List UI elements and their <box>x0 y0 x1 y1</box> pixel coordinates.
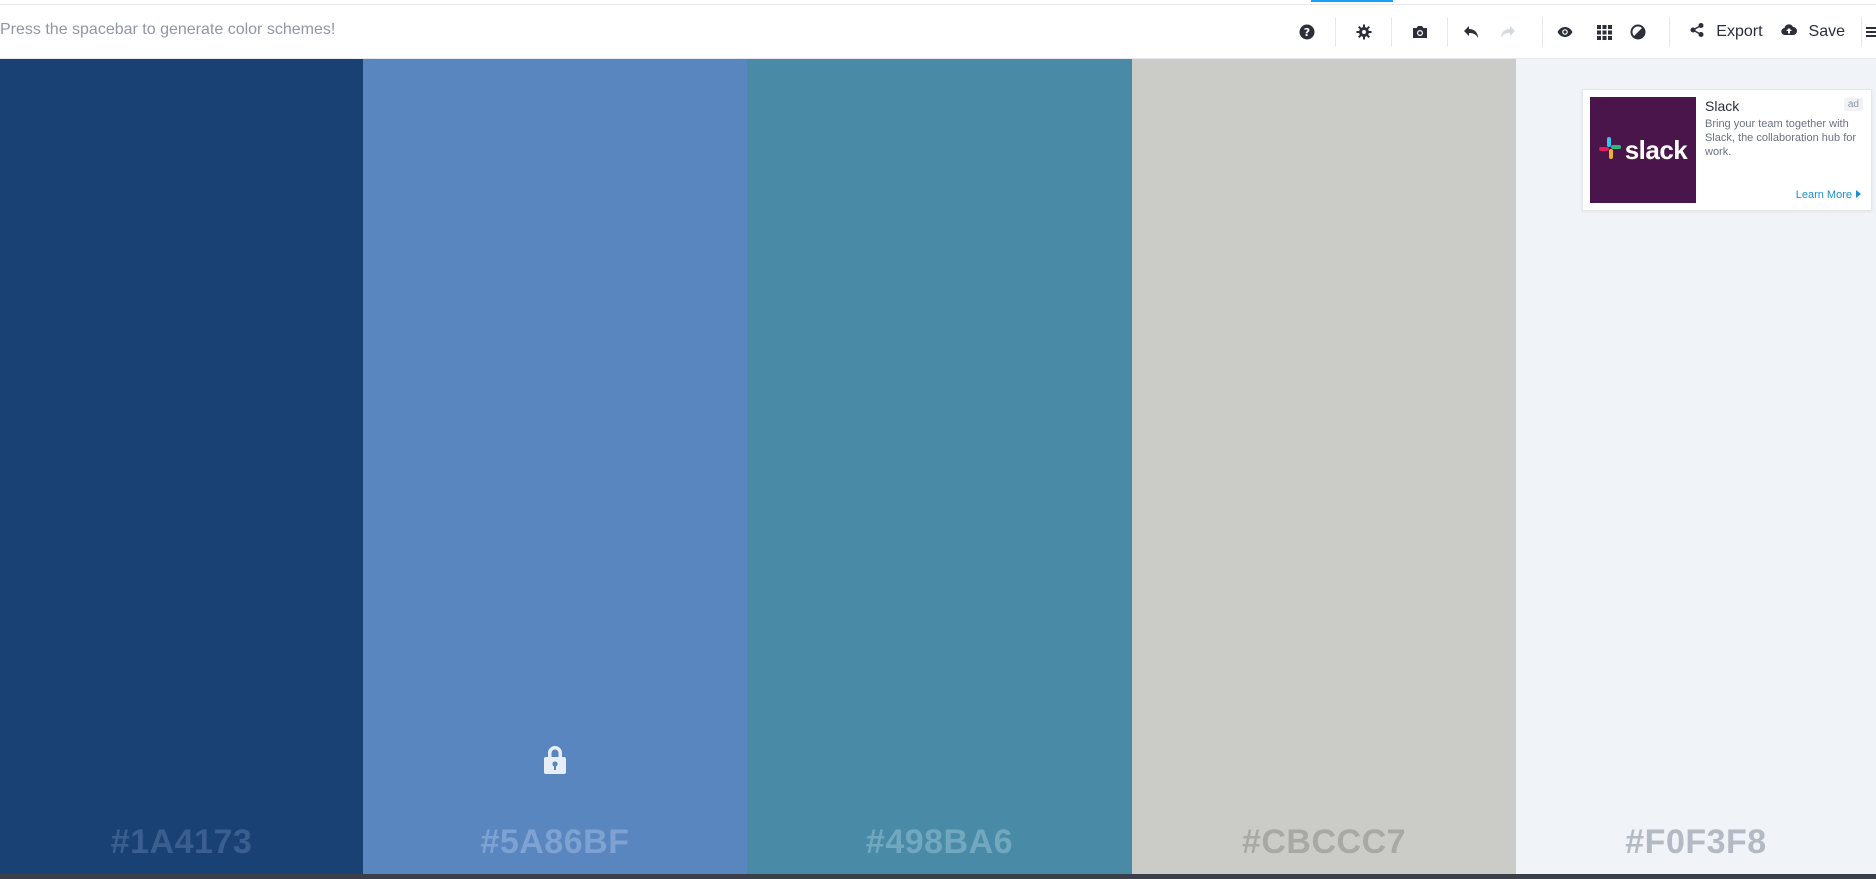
lock-icon[interactable] <box>543 745 567 780</box>
ad-body: Bring your team together with Slack, the… <box>1705 118 1857 158</box>
hex-code[interactable]: #1A4173 <box>0 823 363 862</box>
hex-code[interactable]: #F0F3F8 <box>1516 823 1876 862</box>
ad-logo: slack <box>1590 97 1696 203</box>
bottom-bar <box>0 874 1876 879</box>
hex-code[interactable]: #CBCCC7 <box>1132 823 1516 862</box>
export-button[interactable]: Export <box>1670 5 1776 59</box>
slack-logo-icon <box>1598 136 1621 164</box>
cloud-upload-icon <box>1780 23 1797 41</box>
hex-code[interactable]: #5A86BF <box>363 823 747 862</box>
save-button[interactable]: Save <box>1777 5 1861 59</box>
hex-code[interactable]: #498BA6 <box>747 823 1132 862</box>
toolbar-tools: ? Export Save <box>1279 5 1876 59</box>
ad-card[interactable]: slack Slack ad Bring your team together … <box>1582 89 1872 211</box>
contrast-icon <box>1630 24 1646 40</box>
view-icon <box>1557 26 1573 38</box>
grid-icon <box>1596 24 1612 40</box>
color-swatch[interactable]: #CBCCC7 <box>1132 59 1516 874</box>
help-icon: ? <box>1299 24 1315 40</box>
export-label: Export <box>1716 23 1763 40</box>
learn-more-link[interactable]: Learn More <box>1796 189 1861 201</box>
grid-button[interactable] <box>1587 5 1621 59</box>
svg-text:?: ? <box>1304 26 1310 39</box>
ad-logo-text: slack <box>1624 134 1688 165</box>
save-label: Save <box>1808 23 1845 40</box>
redo-button[interactable] <box>1494 5 1522 59</box>
help-button[interactable]: ? <box>1279 5 1335 59</box>
share-icon <box>1690 22 1704 42</box>
camera-icon <box>1412 25 1428 39</box>
spacebar-hint: Press the spacebar to generate color sch… <box>0 21 336 38</box>
menu-icon <box>1866 26 1876 38</box>
ad-title[interactable]: Slack <box>1705 98 1739 114</box>
toolbar: Press the spacebar to generate color sch… <box>0 5 1876 59</box>
menu-button[interactable] <box>1862 5 1876 59</box>
caret-right-icon <box>1856 189 1861 201</box>
camera-button[interactable] <box>1392 5 1447 59</box>
undo-button[interactable] <box>1448 5 1494 59</box>
color-swatch[interactable]: #5A86BF <box>363 59 747 874</box>
ad-badge: ad <box>1843 98 1863 111</box>
redo-icon <box>1500 25 1516 39</box>
view-button[interactable] <box>1543 5 1587 59</box>
color-swatch[interactable]: #1A4173 <box>0 59 363 874</box>
settings-icon <box>1356 24 1372 40</box>
color-swatch[interactable]: #498BA6 <box>747 59 1132 874</box>
undo-icon <box>1463 25 1479 39</box>
learn-more-label: Learn More <box>1795 189 1852 201</box>
contrast-button[interactable] <box>1621 5 1655 59</box>
settings-button[interactable] <box>1336 5 1391 59</box>
progress-accent <box>1311 0 1393 2</box>
